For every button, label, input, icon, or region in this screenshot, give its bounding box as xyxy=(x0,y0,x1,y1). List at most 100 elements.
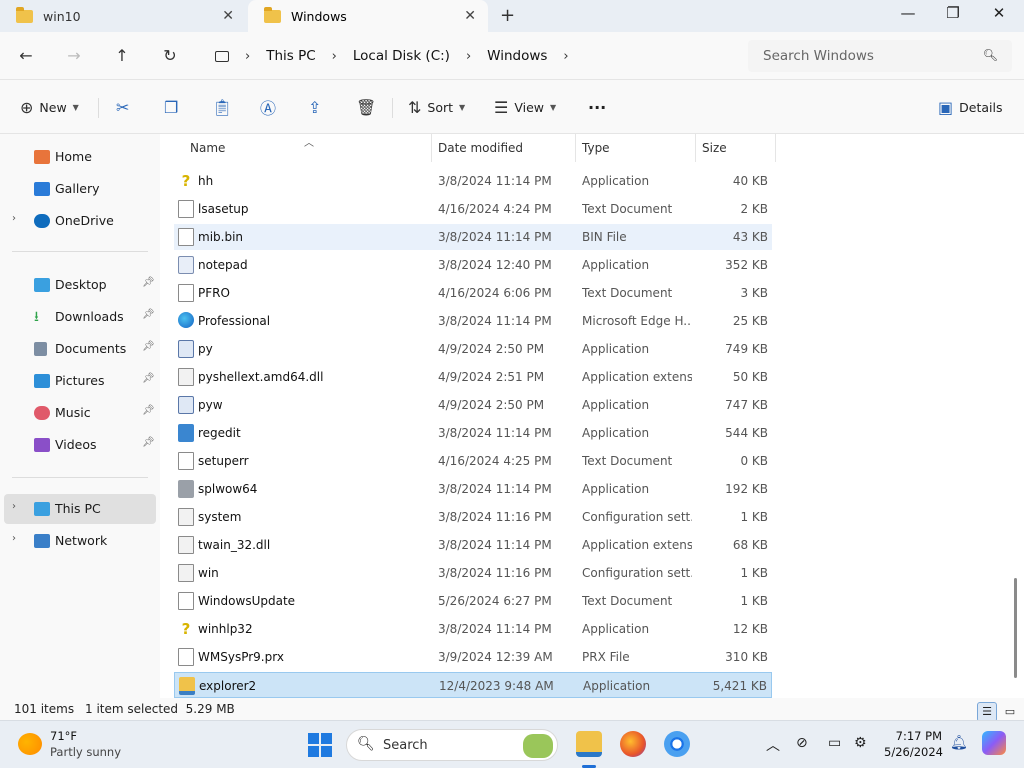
sidebar-item-pictures[interactable]: Pictures 📌︎ xyxy=(0,367,156,395)
share-button[interactable]: ⇪ xyxy=(308,96,327,118)
close-tab-icon[interactable]: ✕ xyxy=(222,8,234,24)
details-button[interactable]: ▣ Details xyxy=(938,96,1002,118)
display-icon[interactable]: ▭ xyxy=(828,735,841,751)
table-row[interactable]: pyshellext.amd64.dll 4/9/2024 2:51 PM Appl… xyxy=(174,364,772,390)
sidebar-item-network[interactable]: › Network xyxy=(0,527,156,555)
table-row[interactable]: system 3/8/2024 11:16 PM Configuration set… xyxy=(174,504,772,530)
table-row[interactable]: Professional 3/8/2024 11:14 PM Microsoft E… xyxy=(174,308,772,334)
table-row[interactable]: lsasetup 4/16/2024 4:24 PM Text Document 2 … xyxy=(174,196,772,222)
sidebar-item-documents[interactable]: Documents 📌︎ xyxy=(0,335,156,363)
pin-icon[interactable]: 📌︎ xyxy=(142,373,155,384)
copilot-icon[interactable] xyxy=(982,731,1006,755)
table-row[interactable]: regedit 3/8/2024 11:14 PM Application 544 K… xyxy=(174,420,772,446)
chevron-right-icon[interactable]: › xyxy=(12,501,16,512)
sidebar-item-this-pc[interactable]: › This PC xyxy=(4,494,156,524)
chevron-right-icon[interactable]: › xyxy=(332,49,337,64)
chevron-right-icon[interactable]: › xyxy=(12,213,16,224)
table-row[interactable]: ? hh 3/8/2024 11:14 PM Application 40 KB xyxy=(174,168,772,194)
table-row[interactable]: py 4/9/2024 2:50 PM Application 749 KB xyxy=(174,336,772,362)
sidebar-item-music[interactable]: Music 📌︎ xyxy=(0,399,156,427)
up-button[interactable]: ↑ xyxy=(110,44,134,68)
table-row[interactable]: WindowsUpdate 5/26/2024 6:27 PM Text Docum… xyxy=(174,588,772,614)
sidebar-item-desktop[interactable]: Desktop 📌︎ xyxy=(0,271,156,299)
tab-windows[interactable]: Windows ✕ xyxy=(248,0,488,32)
table-row[interactable]: WMSysPr9.prx 3/9/2024 12:39 AM PRX File 310… xyxy=(174,644,772,670)
pin-icon[interactable]: 📌︎ xyxy=(142,405,155,416)
breadcrumb-this-pc[interactable]: This PC xyxy=(266,48,315,64)
refresh-button[interactable]: ↻ xyxy=(158,44,182,68)
delete-button[interactable]: 🗑︎ xyxy=(356,96,382,118)
chevron-right-icon[interactable]: › xyxy=(12,533,16,544)
sidebar-item-videos[interactable]: Videos 📌︎ xyxy=(0,431,156,459)
table-row[interactable]: setuperr 4/16/2024 4:25 PM Text Document 0 … xyxy=(174,448,772,474)
column-header-size[interactable]: Size xyxy=(696,134,776,162)
sidebar-item-onedrive[interactable]: › OneDrive xyxy=(0,207,156,235)
breadcrumb-windows[interactable]: Windows xyxy=(487,48,547,64)
pin-icon[interactable]: 📌︎ xyxy=(142,437,155,448)
file-size: 25 KB xyxy=(732,314,768,328)
table-row[interactable]: ? winhlp32 3/8/2024 11:14 PM Application 12 … xyxy=(174,616,772,642)
sort-button[interactable]: ⇅ Sort ▼ xyxy=(408,96,465,118)
table-row[interactable]: notepad 3/8/2024 12:40 PM Application 352 K… xyxy=(174,252,772,278)
tab-win10[interactable]: win10 ✕ xyxy=(0,0,246,32)
settings-icon[interactable]: ⚙ xyxy=(854,735,867,751)
chevron-right-icon[interactable]: › xyxy=(245,49,250,64)
new-button[interactable]: ⊕ New ▼ xyxy=(20,96,79,118)
column-header-date[interactable]: Date modified xyxy=(432,134,576,162)
file-name: splwow64 xyxy=(198,482,258,496)
config-icon xyxy=(178,564,194,582)
sidebar-item-downloads[interactable]: ⭳ Downloads 📌︎ xyxy=(0,303,156,331)
close-window-button[interactable]: ✕ xyxy=(984,4,1014,22)
chrome-icon[interactable] xyxy=(664,731,690,757)
cloud-icon xyxy=(34,214,50,228)
close-tab-icon[interactable]: ✕ xyxy=(464,8,476,24)
paste-button[interactable]: 📋︎ xyxy=(212,96,238,118)
firefox-icon[interactable] xyxy=(620,731,646,757)
table-row[interactable]: twain_32.dll 3/8/2024 11:14 PM Application… xyxy=(174,532,772,558)
table-row[interactable]: win 3/8/2024 11:16 PM Configuration sett..… xyxy=(174,560,772,586)
chevron-up-icon[interactable]: ︿ xyxy=(766,735,780,755)
breadcrumb[interactable]: › This PC › Local Disk (C:) › Windows › xyxy=(203,40,737,72)
weather-temperature[interactable]: 71°F xyxy=(50,729,77,743)
pin-icon[interactable]: 📌︎ xyxy=(142,309,155,320)
rename-button[interactable]: Ⓐ xyxy=(260,96,282,118)
more-options-button[interactable]: ··· xyxy=(588,96,606,118)
column-header-type[interactable]: Type xyxy=(576,134,696,162)
minimize-button[interactable]: — xyxy=(893,4,923,22)
table-row[interactable]: PFRO 4/16/2024 6:06 PM Text Document 3 KB xyxy=(174,280,772,306)
table-row[interactable]: splwow64 3/8/2024 11:14 PM Application 192 … xyxy=(174,476,772,502)
copy-button[interactable]: ❐ xyxy=(164,96,184,118)
taskbar-search[interactable]: 🔍︎ Search xyxy=(346,729,558,761)
chevron-right-icon[interactable]: › xyxy=(563,49,568,64)
file-type: Application extens... xyxy=(582,538,692,552)
network-offline-icon[interactable]: ⊘ xyxy=(796,735,808,751)
back-button[interactable]: ← xyxy=(14,44,38,68)
view-button[interactable]: ☰ View ▼ xyxy=(494,96,556,118)
weather-description[interactable]: Partly sunny xyxy=(50,745,121,759)
maximize-button[interactable]: ❐ xyxy=(938,4,968,22)
cut-button[interactable]: ✂ xyxy=(116,96,135,118)
network-icon xyxy=(34,534,50,548)
breadcrumb-local-disk[interactable]: Local Disk (C:) xyxy=(353,48,450,64)
notepad-icon xyxy=(178,256,194,274)
notification-bell-icon[interactable]: 🔔︎ xyxy=(950,735,968,751)
new-tab-button[interactable]: + xyxy=(500,5,515,26)
column-header-name[interactable]: Name xyxy=(184,134,432,162)
forward-button[interactable]: → xyxy=(62,44,86,68)
chevron-right-icon[interactable]: › xyxy=(466,49,471,64)
scrollbar-thumb[interactable] xyxy=(1014,578,1017,678)
clock[interactable]: 7:17 PM 5/26/2024 xyxy=(884,728,943,760)
tiles-view-button[interactable]: ▭ xyxy=(1000,702,1020,722)
pin-icon[interactable]: 📌︎ xyxy=(142,341,155,352)
file-explorer-icon[interactable] xyxy=(576,731,602,757)
details-view-button[interactable]: ☰ xyxy=(977,702,997,722)
start-button[interactable] xyxy=(308,733,332,757)
sidebar-item-home[interactable]: Home xyxy=(0,143,156,171)
sidebar-item-gallery[interactable]: Gallery xyxy=(0,175,156,203)
table-row[interactable]: mib.bin 3/8/2024 11:14 PM BIN File 43 KB xyxy=(174,224,772,250)
search-input[interactable]: Search Windows 🔍︎ xyxy=(748,40,1012,72)
table-row[interactable]: explorer2 12/4/2023 9:48 AM Application 5,4… xyxy=(174,672,772,698)
table-row[interactable]: pyw 4/9/2024 2:50 PM Application 747 KB xyxy=(174,392,772,418)
weather-sun-icon[interactable] xyxy=(18,733,42,755)
pin-icon[interactable]: 📌︎ xyxy=(142,277,155,288)
